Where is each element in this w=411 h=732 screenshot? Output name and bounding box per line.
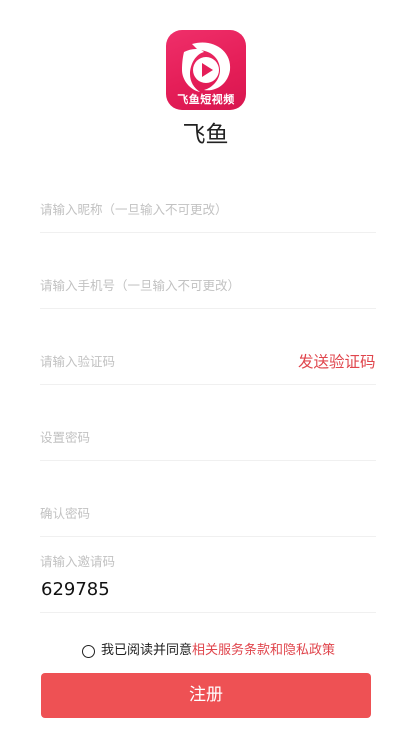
phone-placeholder: 请输入手机号（一旦输入不可更改） (40, 278, 241, 293)
invite-code-label: 请输入邀请码 (40, 554, 116, 569)
phone-field[interactable]: 请输入手机号（一旦输入不可更改） (40, 272, 376, 309)
agreement-text: 我已阅读并同意 (101, 643, 193, 658)
verification-code-placeholder: 请输入验证码 (40, 354, 116, 369)
confirm-password-placeholder: 确认密码 (40, 506, 91, 521)
password-placeholder: 设置密码 (40, 430, 91, 445)
nickname-field[interactable]: 请输入昵称（一旦输入不可更改） (40, 196, 376, 233)
app-title: 飞鱼 (182, 122, 229, 148)
terms-link[interactable]: 相关服务条款和隐私政策 (192, 642, 335, 660)
app-logo: 飞鱼短视频 (166, 30, 246, 110)
invite-code-value: 629785 (41, 579, 110, 600)
invite-code-field[interactable]: 请输入邀请码 629785 (40, 548, 376, 613)
logo-caption: 飞鱼短视频 (177, 93, 235, 106)
send-code-button[interactable]: 发送验证码 (298, 352, 376, 372)
radio-unchecked-icon[interactable] (82, 644, 95, 658)
register-page: 飞鱼短视频 飞鱼 请输入昵称（一旦输入不可更改） 请输入手机号（一旦输入不可更改… (0, 0, 411, 732)
confirm-password-field[interactable]: 确认密码 (40, 500, 376, 537)
nickname-placeholder: 请输入昵称（一旦输入不可更改） (40, 202, 228, 217)
register-button[interactable]: 注册 (41, 673, 371, 718)
agreement-row: 我已阅读并同意 相关服务条款和隐私政策 (82, 642, 335, 660)
password-field[interactable]: 设置密码 (40, 424, 376, 461)
